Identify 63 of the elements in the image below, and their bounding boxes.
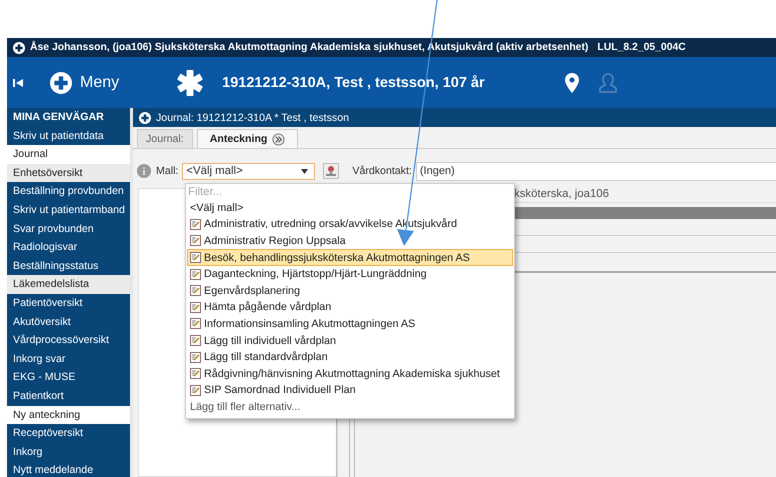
- dropdown-option[interactable]: Lägg till standardvårdplan: [187, 348, 513, 366]
- sidebar-item[interactable]: Svar provbunden: [7, 220, 130, 238]
- sidebar-item[interactable]: Vårdprocessöversikt: [7, 331, 130, 350]
- dropdown-option[interactable]: Lägg till fler alternativ...: [187, 398, 513, 416]
- sidebar-item[interactable]: Journal: [7, 145, 130, 164]
- plus-icon: [139, 112, 151, 124]
- stamp-icon[interactable]: [323, 163, 340, 179]
- dropdown-option[interactable]: Egenvårdsplanering: [187, 282, 513, 300]
- plus-icon: [13, 42, 25, 54]
- contact-label: Vårdkontakt:: [352, 165, 412, 177]
- sidebar-item[interactable]: Inkorg svar: [7, 350, 130, 368]
- patient-title: 19121212-310A, Test , testsson, 107 år: [222, 74, 485, 90]
- sidebar-heading: MINA GENVÄGAR: [12, 110, 105, 125]
- sidebar-item[interactable]: Radiologisvar: [7, 238, 130, 257]
- tab[interactable]: Journal:: [137, 129, 193, 148]
- sidebar-item[interactable]: Nytt meddelande: [7, 461, 130, 477]
- dropdown-option[interactable]: <Välj mall>: [187, 200, 513, 216]
- dropdown-option[interactable]: Besök, behandlingssjuksköterska Akutmottagningen AS: [187, 249, 513, 266]
- filter-field[interactable]: Filter...: [186, 185, 514, 200]
- collapse-icon[interactable]: [12, 76, 24, 88]
- sidebar-item[interactable]: Inkorg: [7, 442, 130, 462]
- mall-label: Mall:: [156, 165, 178, 177]
- double-chevron-icon[interactable]: [272, 132, 286, 146]
- sidebar-item[interactable]: Läkemedelslista: [7, 275, 130, 294]
- note-icon: [190, 318, 201, 330]
- sidebar-item[interactable]: Skriv ut patientdata: [7, 126, 130, 146]
- sidebar-item[interactable]: Beställning provbunden: [7, 182, 130, 201]
- note-icon: [190, 218, 201, 230]
- dropdown-option[interactable]: Daganteckning, Hjärtstopp/Hjärt-Lungräddning: [187, 266, 513, 282]
- note-icon: [190, 302, 201, 313]
- journal-title: Journal: 19121212-310A * Test , testsson: [156, 112, 349, 124]
- sidebar-item[interactable]: Patientkort: [7, 386, 130, 406]
- sidebar-item[interactable]: Akutöversikt: [7, 312, 130, 332]
- sidebar-item[interactable]: Ny anteckning: [7, 406, 130, 424]
- plus-icon: [50, 72, 72, 94]
- dropdown-option[interactable]: SIP Samordnad Individuell Plan: [187, 382, 513, 399]
- note-icon: [190, 384, 201, 396]
- note-icon: [190, 368, 201, 380]
- dropdown-arrow-icon: [301, 168, 308, 174]
- note-icon: [190, 235, 201, 246]
- template-dropdown[interactable]: <Välj mall>: [182, 162, 316, 180]
- dropdown-option[interactable]: Hämta pågående vårdplan: [187, 299, 513, 316]
- tab[interactable]: Anteckning: [196, 129, 298, 148]
- contact-field[interactable]: (Ingen): [416, 162, 776, 180]
- sidebar-item[interactable]: EKG - MUSE: [7, 368, 130, 387]
- note-icon: [190, 285, 201, 296]
- location-pin-icon[interactable]: [564, 72, 579, 92]
- note-icon: [190, 268, 201, 280]
- medical-star-icon: [176, 68, 204, 96]
- dropdown-option[interactable]: Informationsinsamling Akutmottagningen AS: [187, 316, 513, 332]
- sidebar-item[interactable]: Skriv ut patientarmband: [7, 200, 130, 220]
- note-icon: [190, 335, 201, 346]
- note-icon: [190, 252, 201, 264]
- dropdown-option[interactable]: Lägg till individuell vårdplan: [187, 332, 513, 349]
- note-icon: [190, 352, 201, 363]
- version-text: LUL_8.2_05_004C: [597, 42, 686, 53]
- sidebar-item[interactable]: Patientöversikt: [7, 294, 130, 313]
- dropdown-option[interactable]: Rådgivning/hänvisning Akutmottagning Akademiska sjukhuset: [187, 365, 513, 382]
- dropdown-option[interactable]: Administrativ Region Uppsala: [187, 232, 513, 250]
- sidebar-item[interactable]: Receptöversikt: [7, 424, 130, 443]
- sidebar-item[interactable]: Beställningsstatus: [7, 256, 130, 276]
- menu-button[interactable]: Meny: [50, 72, 120, 94]
- sidebar-item[interactable]: Enhetsöversikt: [7, 164, 130, 182]
